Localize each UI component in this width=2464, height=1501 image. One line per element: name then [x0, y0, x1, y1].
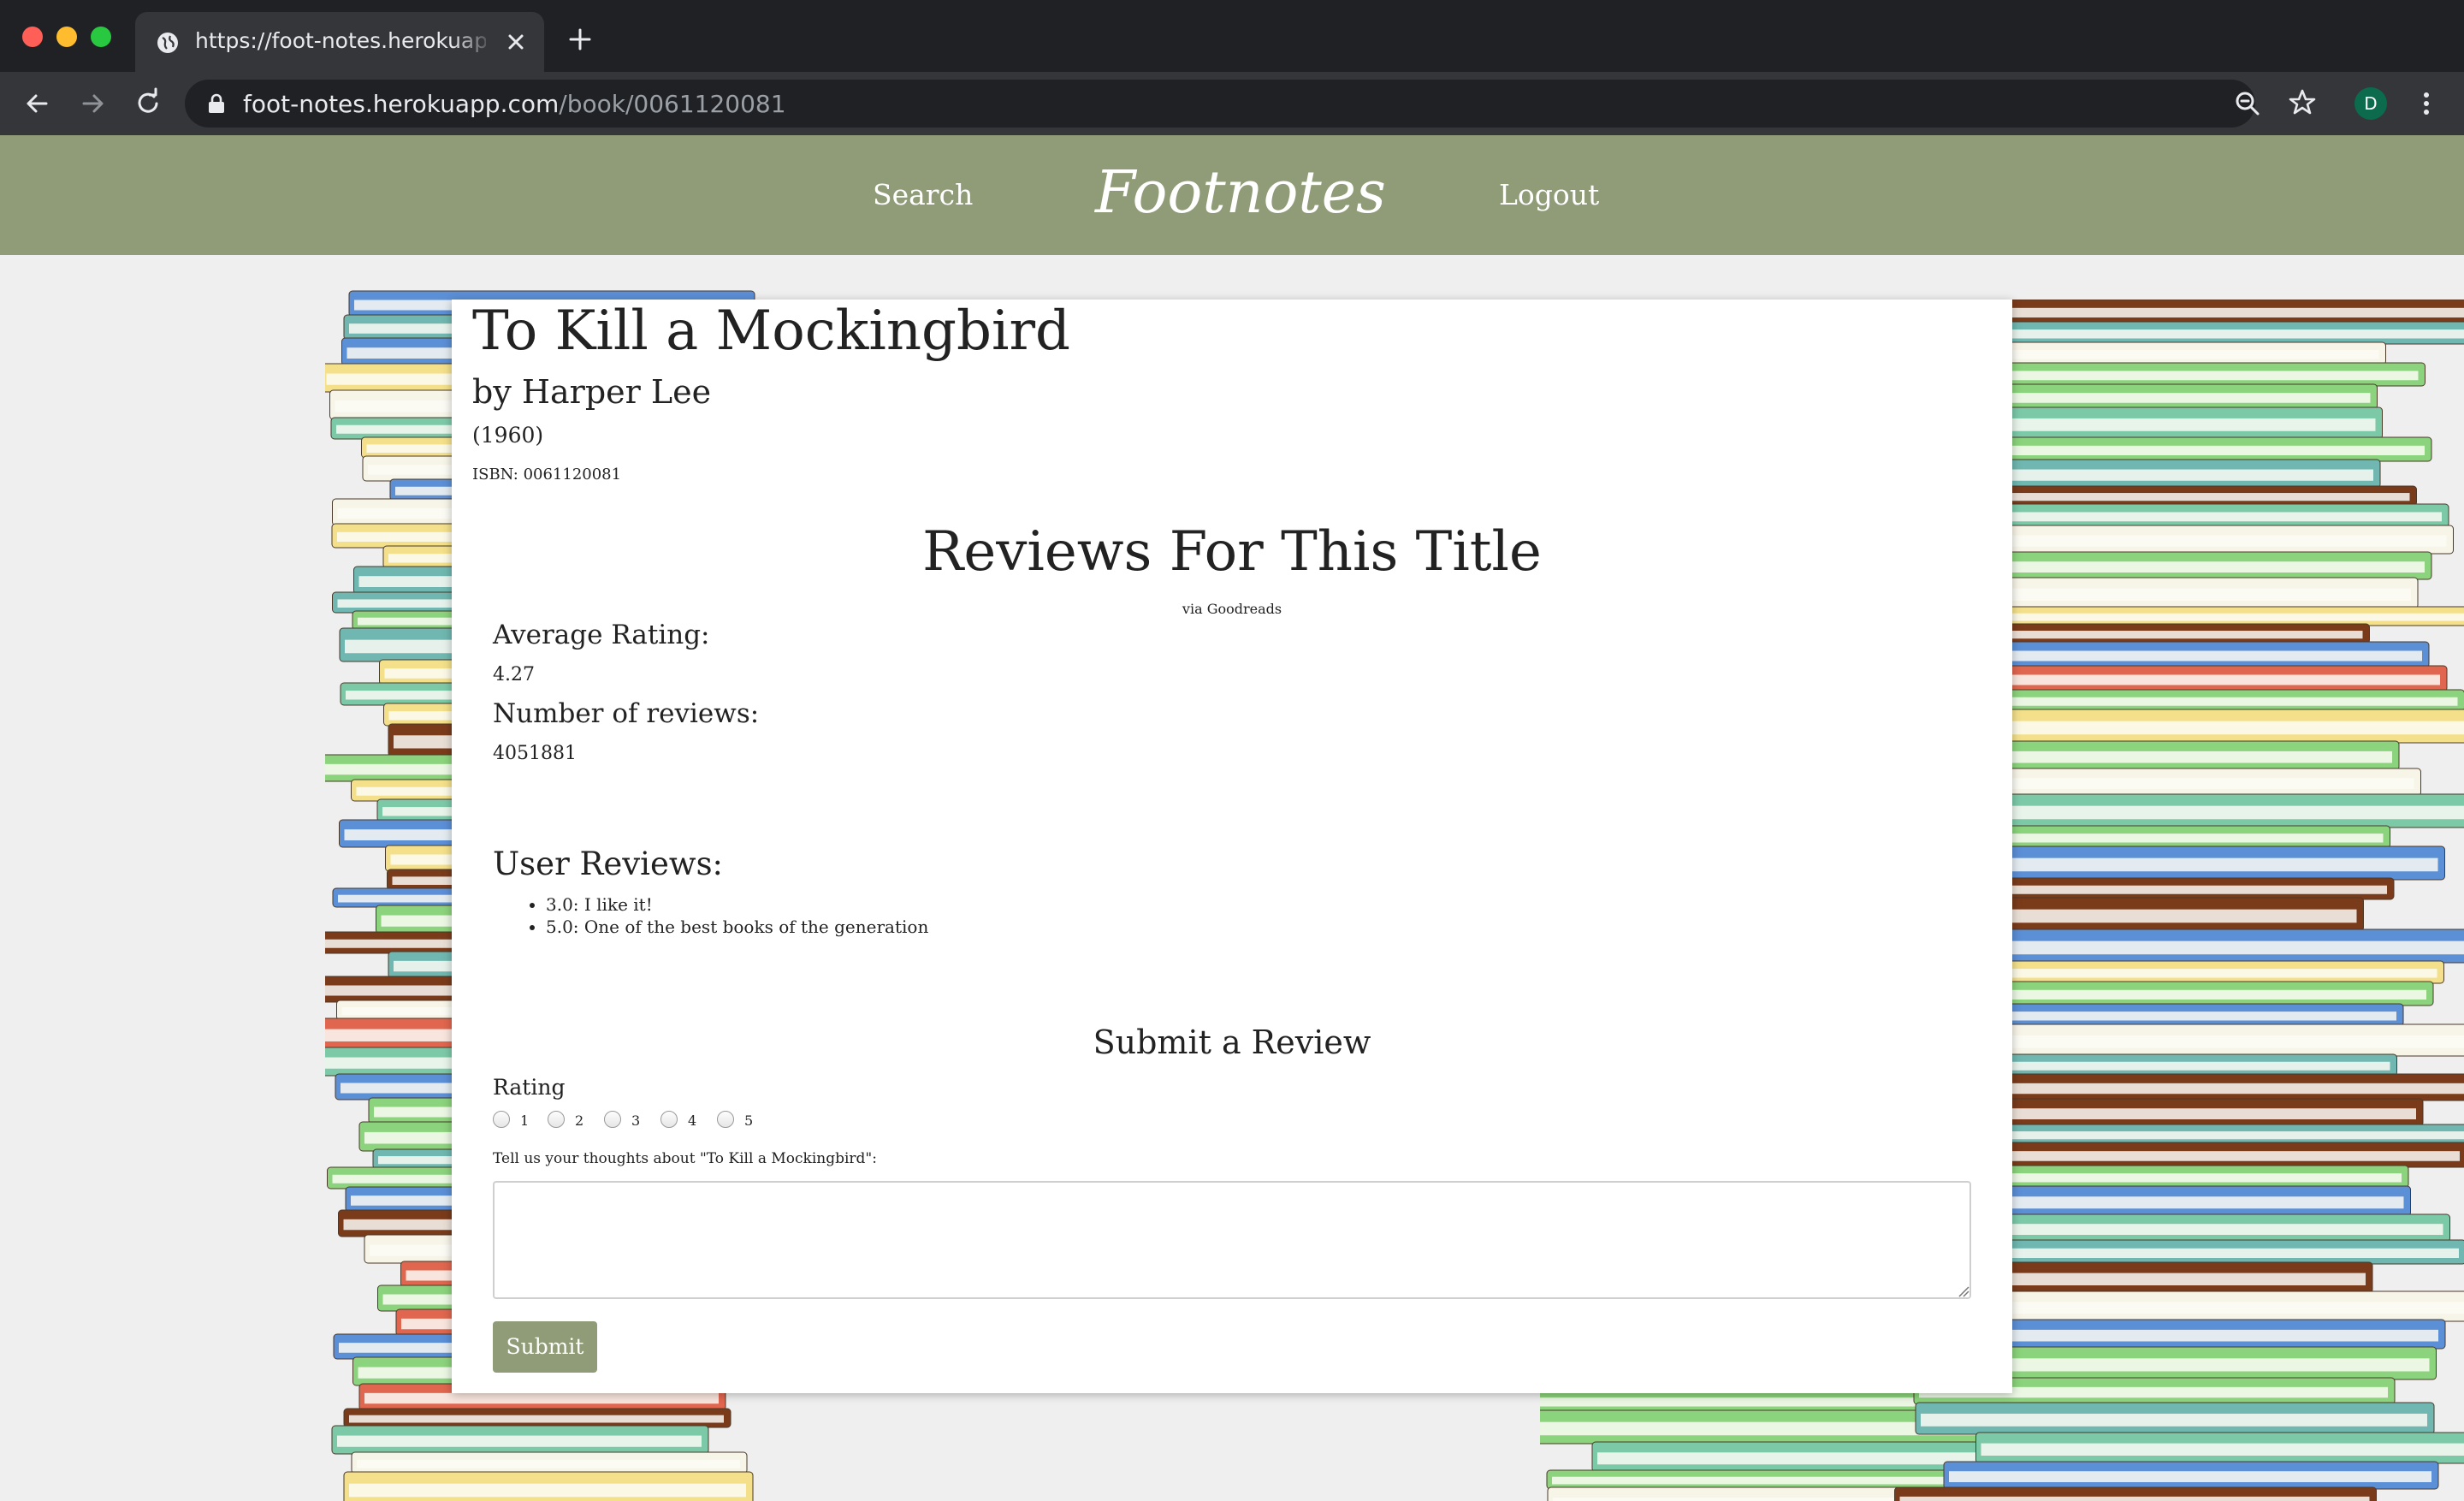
book-pages-illustration [349, 1483, 746, 1498]
rating-radio-1[interactable] [493, 1111, 510, 1128]
book-pages-illustration [1958, 969, 2437, 978]
list-item: 5.0: One of the best books of the genera… [546, 916, 928, 938]
review-text-area[interactable] [493, 1181, 1971, 1299]
book-detail-card: To Kill a Mockingbird by Harper Lee (196… [452, 300, 2012, 1393]
book-pages-illustration [1987, 329, 2464, 339]
browser-tab-bar: https://foot-notes.herokuapp.com [0, 0, 2464, 72]
rating-radio-5[interactable] [717, 1111, 734, 1128]
minimize-window-button[interactable] [56, 27, 77, 47]
average-rating-label: Average Rating: [493, 620, 710, 650]
zoom-out-icon[interactable] [2231, 87, 2264, 120]
book-pages-illustration [1991, 307, 2464, 317]
book-pages-illustration [1984, 1035, 2464, 1048]
book-pages-illustration [1956, 613, 2464, 621]
book-pages-illustration [1966, 1302, 2464, 1314]
profile-avatar[interactable]: D [2354, 87, 2387, 120]
site-logo[interactable]: Footnotes [1095, 159, 1386, 227]
book-pages-illustration [357, 1459, 740, 1468]
book-pages-illustration [1940, 1248, 2459, 1258]
book-pages-illustration [1947, 1108, 2416, 1119]
rating-option-label: 1 [520, 1112, 530, 1129]
back-arrow-icon[interactable] [21, 87, 53, 120]
close-window-button[interactable] [22, 27, 43, 47]
url-host: foot-notes.herokuapp.com [243, 90, 560, 118]
address-bar[interactable]: foot-notes.herokuapp.com/book/0061120081 [185, 80, 2255, 128]
list-item: 3.0: I like it! [546, 893, 928, 916]
submit-review-heading: Submit a Review [1093, 1023, 1371, 1061]
book-pages-illustration [1961, 1358, 2430, 1372]
url-text: foot-notes.herokuapp.com/book/0061120081 [243, 90, 786, 118]
book-pages-illustration [1952, 721, 2464, 735]
book-pages-illustration [1996, 1131, 2464, 1140]
review-text: One of the best books of the generation [583, 917, 929, 937]
reviews-source: via Goodreads [1182, 601, 1282, 617]
book-pages-illustration [1947, 857, 2438, 872]
book-year: (1960) [472, 423, 544, 448]
nav-logout-link[interactable]: Logout [1499, 178, 1599, 211]
book-pages-illustration [1949, 1471, 2431, 1482]
rating-radio-4[interactable] [660, 1111, 678, 1128]
book-pages-illustration [337, 1435, 702, 1447]
review-count-label: Number of reviews: [493, 698, 760, 729]
book-author: by Harper Lee [472, 373, 712, 411]
browser-toolbar: foot-notes.herokuapp.com/book/0061120081… [0, 72, 2464, 135]
close-tab-icon[interactable] [503, 29, 529, 55]
rating-option-label: 2 [575, 1112, 584, 1129]
review-text: I like it! [583, 894, 653, 915]
book-pages-illustration [1969, 1083, 2464, 1095]
url-path: /book/0061120081 [559, 90, 786, 118]
book-pages-illustration [1976, 535, 2447, 547]
bookmark-star-icon[interactable] [2286, 86, 2319, 119]
book-pages-illustration [1995, 940, 2464, 955]
site-header: Search Footnotes Logout [0, 135, 2464, 255]
rating-option-label: 3 [631, 1112, 641, 1129]
book-pages-illustration [1899, 1496, 2370, 1501]
book-title: To Kill a Mockingbird [472, 300, 1070, 363]
book-pages-illustration [1981, 1443, 2464, 1456]
book-pages-illustration [1969, 1151, 2460, 1161]
tab-title-fade [452, 24, 495, 58]
review-count-value: 4051881 [493, 743, 577, 764]
book-pages-illustration [1945, 371, 2419, 381]
more-menu-icon[interactable] [2418, 87, 2435, 120]
book-pages-illustration [1974, 697, 2458, 706]
user-reviews-label: User Reviews: [493, 845, 724, 882]
tab-title: https://foot-notes.herokuapp.com [195, 28, 486, 53]
rating-option-label: 4 [688, 1112, 697, 1129]
review-rating: 3.0: [546, 894, 579, 915]
book-pages-illustration [349, 1415, 724, 1423]
book-pages-illustration [1552, 1476, 1987, 1485]
rating-radio-3[interactable] [604, 1111, 621, 1128]
user-review-list: 3.0: I like it! 5.0: One of the best boo… [546, 893, 928, 938]
book-pages-illustration [1969, 674, 2440, 685]
rating-radio-2[interactable] [548, 1111, 565, 1128]
nav-search-link[interactable]: Search [873, 178, 973, 211]
reviews-heading: Reviews For This Title [922, 520, 1542, 584]
submit-review-button[interactable]: Submit [493, 1321, 597, 1373]
book-pages-illustration [364, 1392, 719, 1404]
reload-icon[interactable] [132, 87, 164, 120]
lock-icon[interactable] [207, 93, 226, 114]
average-rating-value: 4.27 [493, 664, 535, 685]
book-pages-illustration [1954, 805, 2464, 820]
rating-label: Rating [493, 1075, 566, 1100]
book-isbn: ISBN: 0061120081 [472, 466, 622, 484]
resize-grip-icon[interactable] [1958, 1285, 1969, 1297]
maximize-window-button[interactable] [91, 27, 111, 47]
rating-option-label: 5 [744, 1112, 754, 1129]
browser-tab[interactable]: https://foot-notes.herokuapp.com [135, 12, 544, 72]
forward-arrow-icon[interactable] [77, 87, 110, 120]
review-rating: 5.0: [546, 917, 579, 937]
thoughts-label: Tell us your thoughts about "To Kill a M… [493, 1150, 877, 1167]
book-pages-illustration [1921, 1413, 2427, 1427]
globe-icon [157, 33, 178, 53]
new-tab-icon[interactable] [566, 26, 594, 53]
